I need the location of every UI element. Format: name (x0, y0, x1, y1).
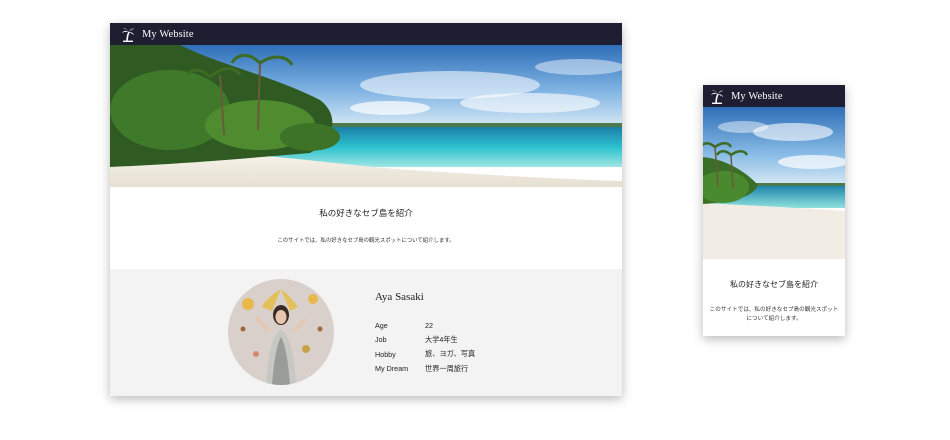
palm-tree-icon[interactable] (121, 27, 134, 42)
profile-value: 世界一周旅行 (425, 363, 469, 373)
profile-value: 旅、ヨガ、写真 (425, 349, 476, 359)
profile-row: My Dream 世界一周旅行 (375, 362, 475, 377)
mobile-preview: My Website 私の好きなセブ島を紹介 このサイトでは、私の好きなセブ島の… (703, 85, 845, 336)
profile-value: 22 (425, 320, 433, 330)
site-title[interactable]: My Website (142, 29, 194, 40)
profile-table: Age 22 Job 大学4年生 Hobby 旅、ヨガ、写真 My Dream … (375, 318, 475, 376)
navbar-mobile: My Website (703, 85, 845, 107)
profile-row: Age 22 (375, 318, 475, 333)
intro-title: 私の好きなセブ島を紹介 (319, 208, 413, 218)
profile-section: Aya Sasaki Age 22 Job 大学4年生 Hobby 旅、ヨガ、写… (110, 269, 622, 396)
intro-text: このサイトでは、私の好きなセブ島の観光スポットについて紹介します。 (277, 238, 455, 244)
intro-section-mobile: 私の好きなセブ島を紹介 このサイトでは、私の好きなセブ島の観光スポットについて紹… (703, 259, 845, 336)
profile-row: Hobby 旅、ヨガ、写真 (375, 347, 475, 362)
desktop-preview: My Website 私の好きなセブ島を紹介 このサイトでは、私の好きなセブ島の… (110, 23, 622, 396)
intro-section: 私の好きなセブ島を紹介 このサイトでは、私の好きなセブ島の観光スポットについて紹… (110, 187, 622, 269)
site-title-mobile[interactable]: My Website (731, 91, 783, 102)
profile-key: Hobby (375, 349, 396, 359)
profile-avatar (228, 279, 334, 385)
intro-title-mobile: 私の好きなセブ島を紹介 (730, 280, 818, 289)
intro-text-mobile: このサイトでは、私の好きなセブ島の観光スポットについて紹介します。 (709, 307, 839, 322)
hero-image (110, 45, 622, 187)
profile-key: Job (375, 335, 387, 345)
profile-key: My Dream (375, 364, 409, 374)
profile-name: Aya Sasaki (375, 291, 424, 303)
hero-image-mobile (703, 107, 845, 259)
profile-row: Job 大学4年生 (375, 333, 475, 348)
palm-tree-icon[interactable] (710, 89, 723, 104)
profile-value: 大学4年生 (425, 334, 458, 344)
profile-key: Age (375, 320, 388, 330)
navbar: My Website (110, 23, 622, 45)
